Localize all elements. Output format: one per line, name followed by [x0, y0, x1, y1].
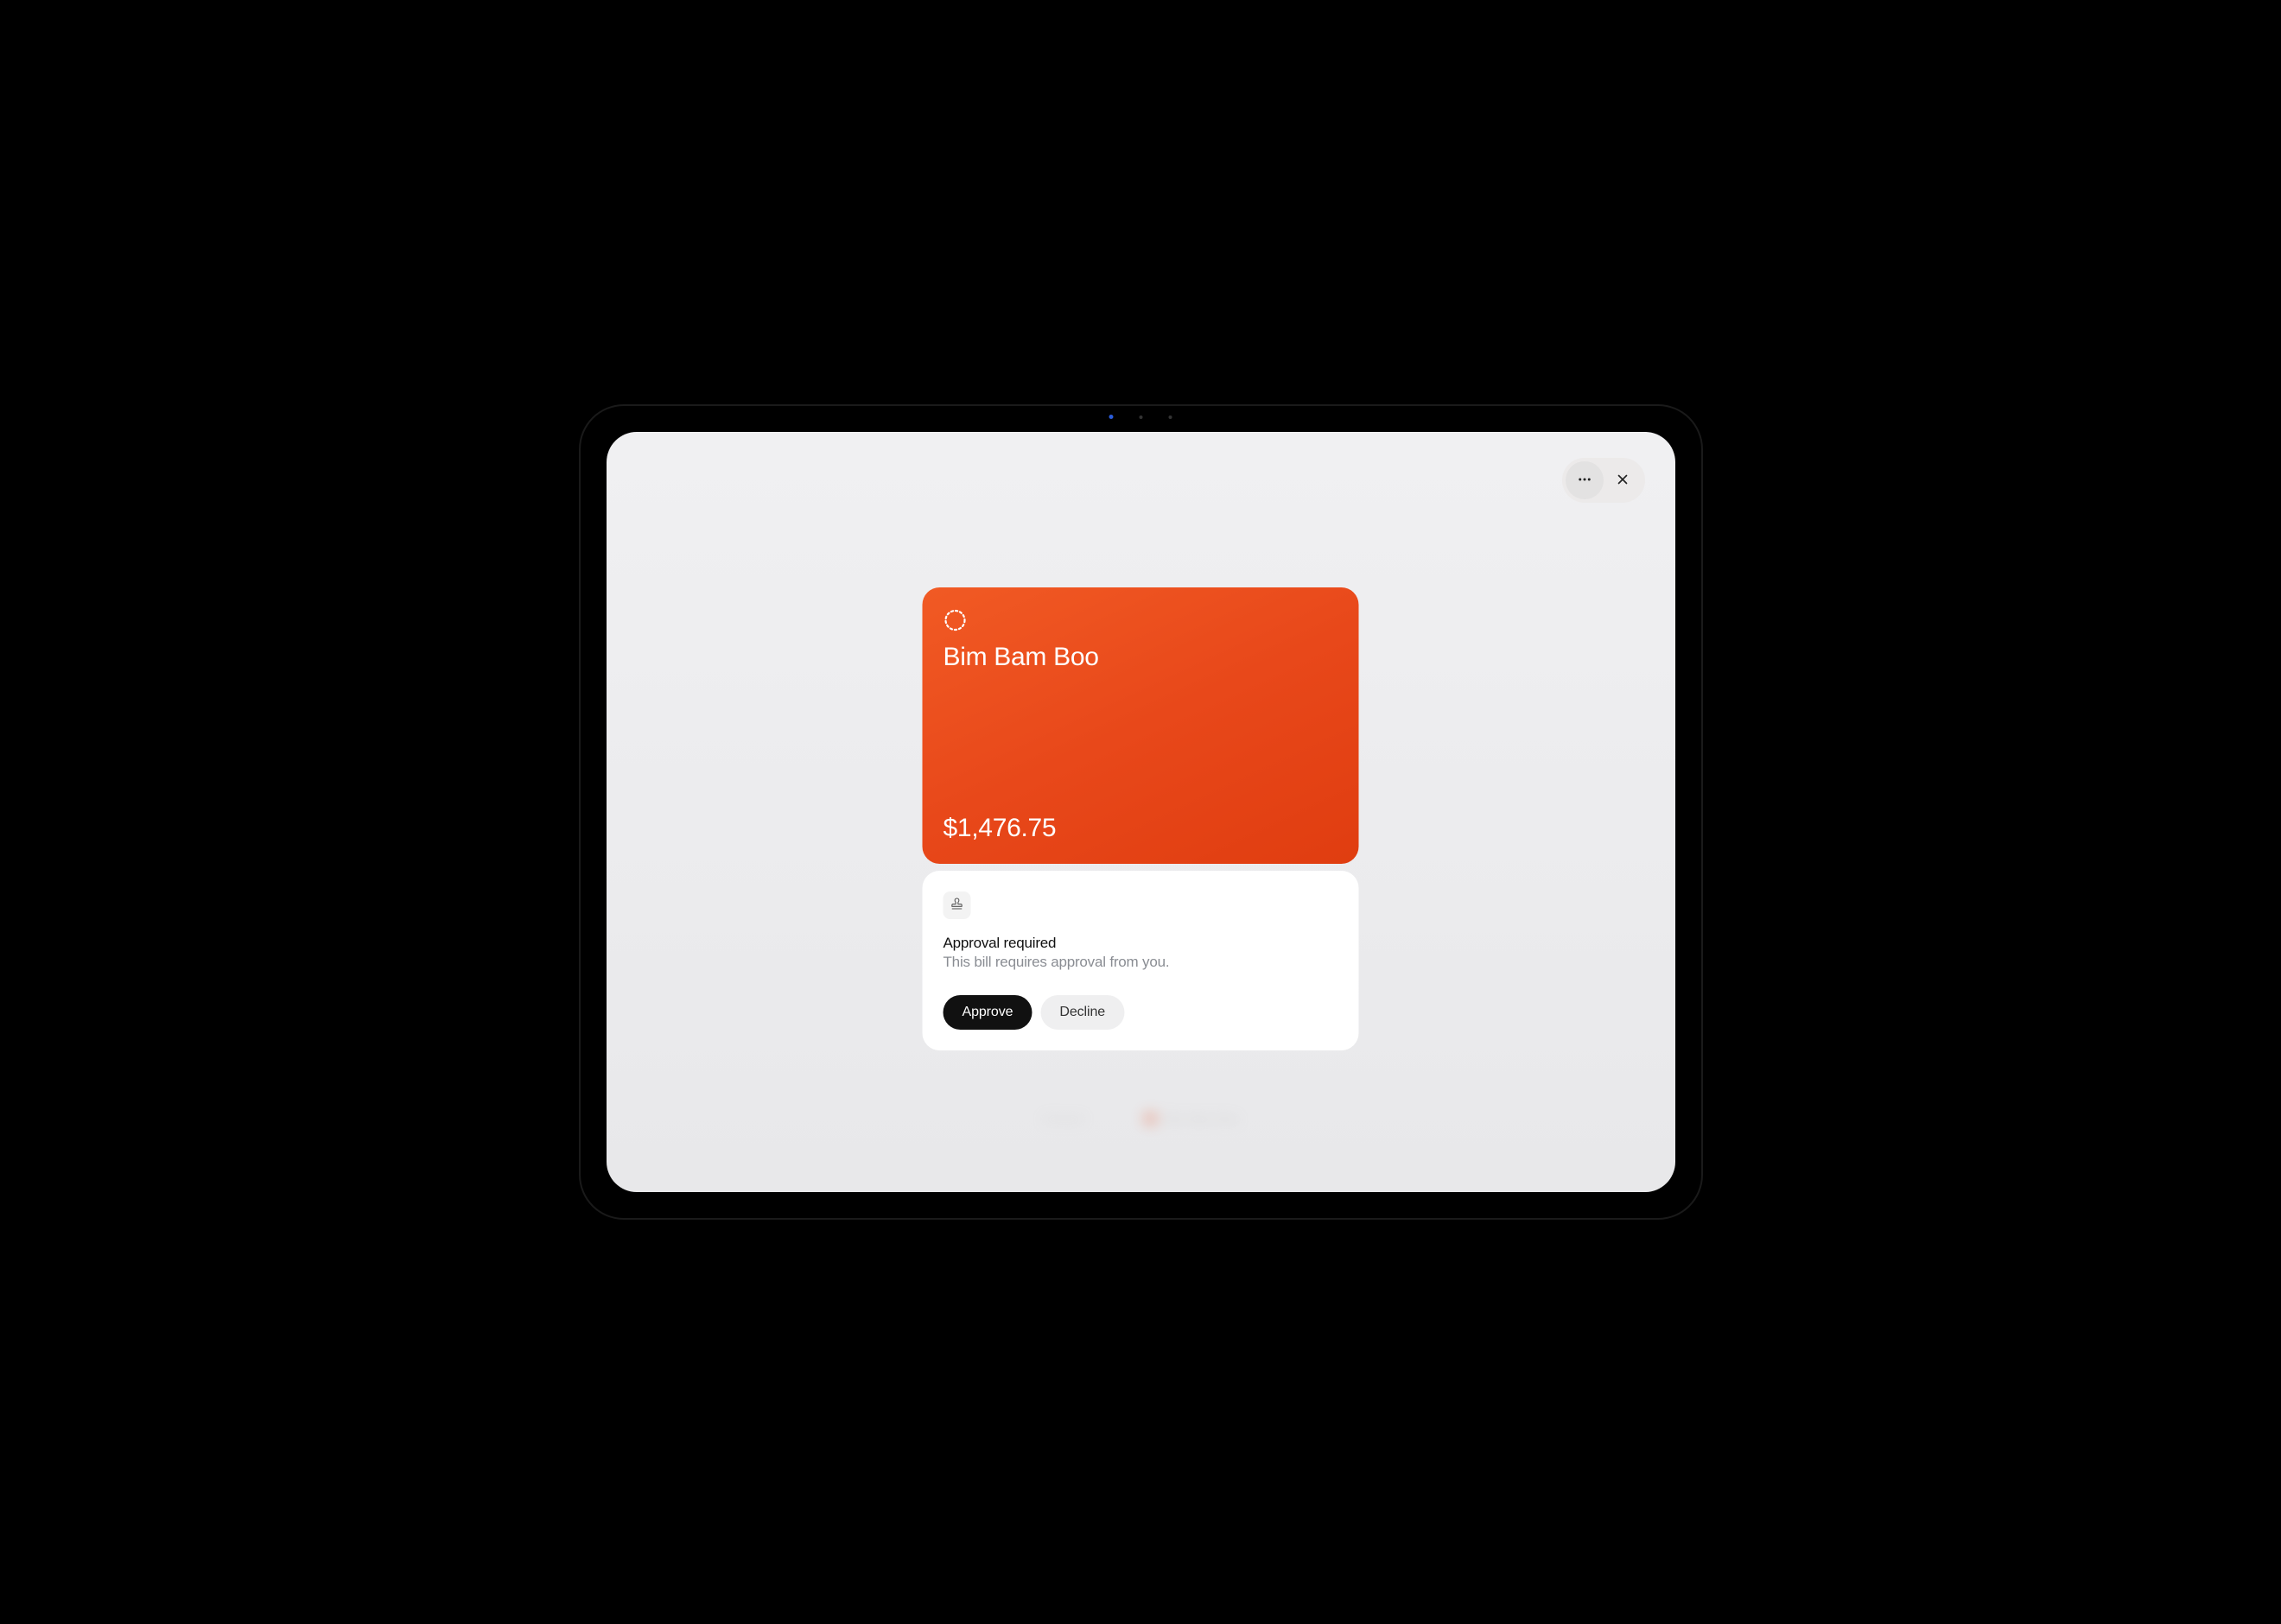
stamp-icon — [950, 897, 964, 915]
screen: Bim Bam Boo $1,476.75 Approval required … — [607, 432, 1675, 1192]
approval-card: Approval required This bill requires app… — [923, 871, 1359, 1050]
device-notch — [1109, 415, 1172, 419]
bill-title: Bim Bam Boo — [944, 643, 1338, 672]
modal: Bim Bam Boo $1,476.75 Approval required … — [923, 587, 1359, 1050]
reflection-label: Amount — [1042, 1112, 1083, 1126]
reflection-swatch — [1144, 1113, 1156, 1125]
sensor-dot — [1169, 416, 1172, 419]
approval-subtitle: This bill requires approval from you. — [944, 954, 1338, 971]
button-row: Approve Decline — [944, 995, 1338, 1030]
approve-button[interactable]: Approve — [944, 995, 1032, 1030]
reflection-text: Bim Bam Boo — [1165, 1112, 1239, 1126]
approval-title: Approval required — [944, 935, 1338, 952]
approval-text: Approval required This bill requires app… — [944, 935, 1338, 971]
camera-indicator — [1109, 415, 1114, 419]
dotted-circle-icon — [944, 608, 968, 632]
top-controls — [1562, 458, 1645, 503]
stamp-icon-wrapper — [944, 891, 971, 919]
bill-amount: $1,476.75 — [944, 814, 1338, 843]
close-button[interactable] — [1604, 461, 1642, 499]
close-icon — [1615, 472, 1630, 490]
device-frame: Bim Bam Boo $1,476.75 Approval required … — [581, 406, 1701, 1218]
bill-card: Bim Bam Boo $1,476.75 — [923, 587, 1359, 864]
reflection-center: Bim Bam Boo — [1144, 1112, 1239, 1126]
more-icon — [1577, 472, 1592, 490]
decline-button[interactable]: Decline — [1040, 995, 1124, 1030]
more-button[interactable] — [1566, 461, 1604, 499]
background-reflection: Amount Bim Bam Boo — [923, 1054, 1359, 1183]
sensor-dot — [1140, 416, 1143, 419]
bill-card-header: Bim Bam Boo — [944, 608, 1338, 672]
